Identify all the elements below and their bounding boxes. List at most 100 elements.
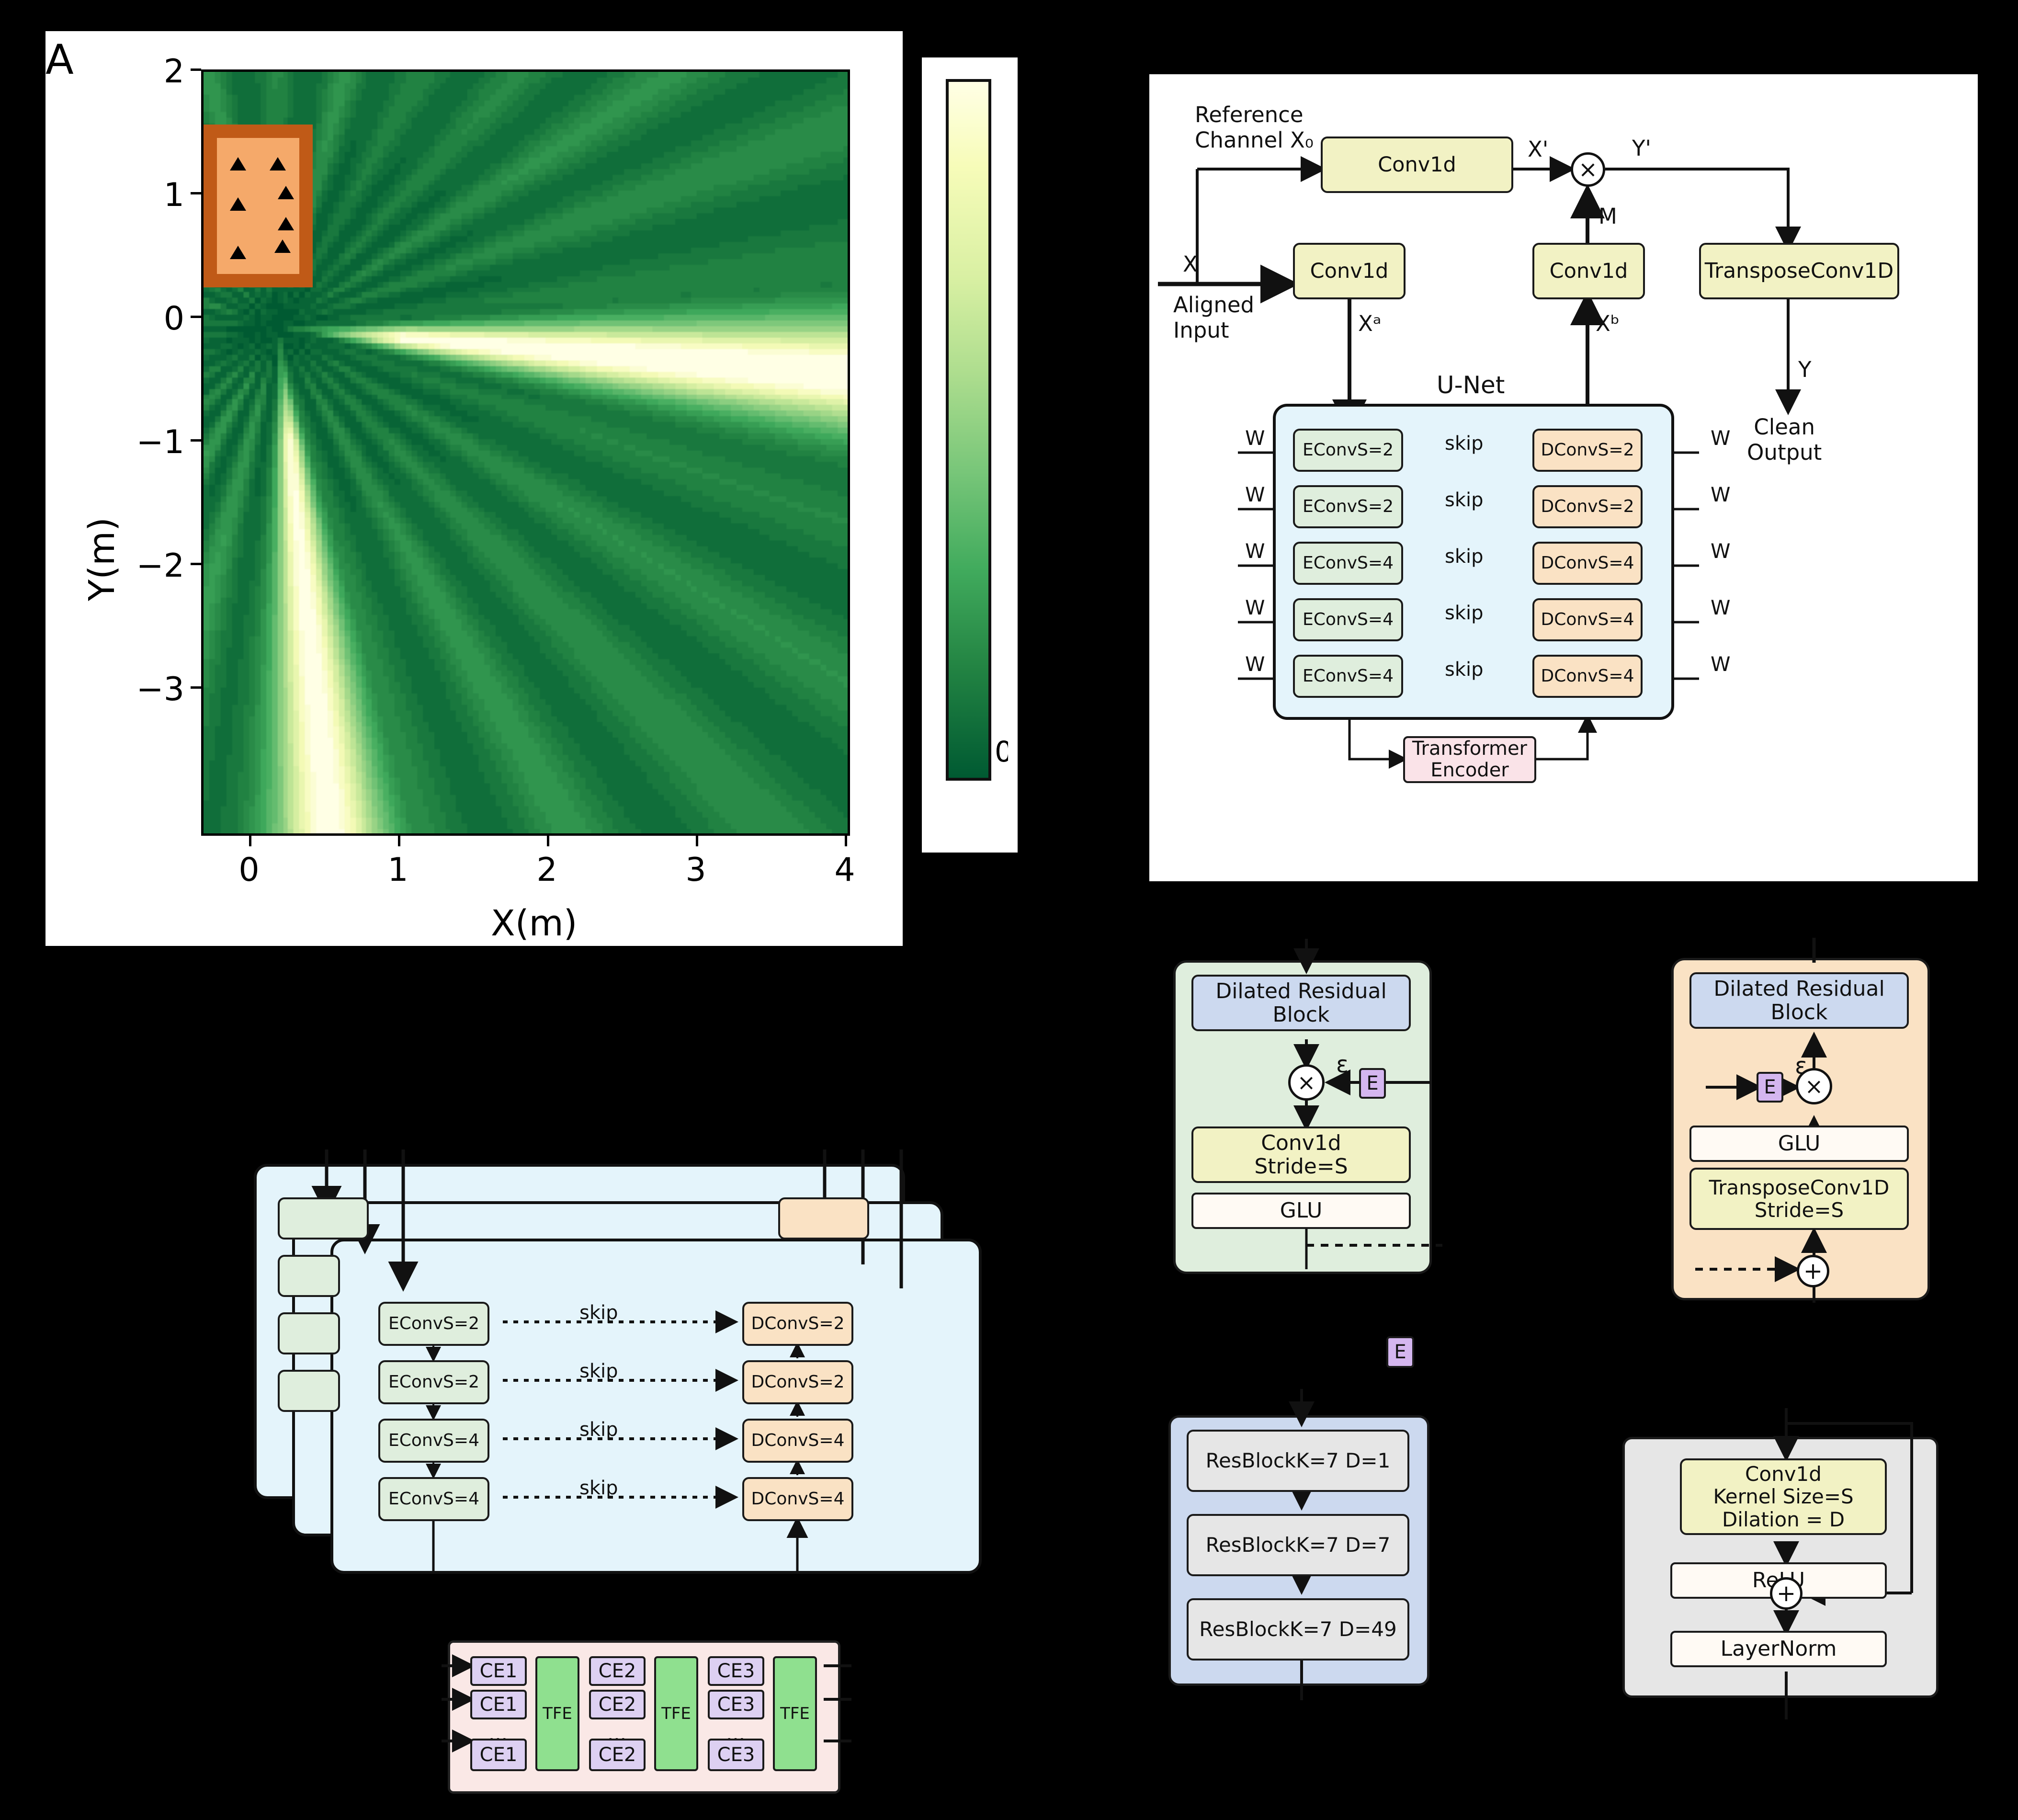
econv-name: EConv [1303,666,1358,686]
xtick-mark [845,836,847,846]
ytick-mark [191,563,201,565]
econv-name: EConv [388,1372,443,1392]
x-axis-label: X(m) [491,903,578,944]
econv-block-3[interactable]: EConv S=4 [1293,542,1403,585]
econv-stride: S=2 [1357,496,1394,516]
ce2-block-2[interactable]: CE2 [589,1690,646,1719]
ce2-block-n[interactable]: CE2 [589,1739,646,1771]
tfe-block-3[interactable]: TFE [773,1656,817,1771]
econv-glu-block[interactable]: GLU [1191,1193,1411,1229]
stacked-econv-block-2[interactable]: EConv S=2 [378,1360,489,1404]
econv-block-1[interactable]: EConv S=2 [1293,429,1403,472]
econv-stride: S=2 [1357,440,1394,460]
econv-multiply-operator-icon: × [1288,1064,1325,1101]
stacked-econv-block-4[interactable]: EConv S=4 [378,1477,489,1521]
xb-label: Xᵇ [1596,311,1620,336]
microphone-array-overlay [204,125,313,287]
dconv-block-4[interactable]: DConv S=4 [1532,598,1643,641]
mic-marker [274,239,291,253]
econv-name: EConv [1303,440,1358,460]
dconv-dilated-residual-block[interactable]: Dilated Residual Block [1689,972,1909,1029]
resblock-params: K=7 D=49 [1289,1617,1397,1641]
ytick-mark [191,68,201,71]
stacked-unet-card-front [330,1239,982,1574]
resblock-name: ResBlock [1205,1533,1296,1557]
dconv-stride: S=4 [1598,609,1634,629]
resblock-stack-item-2[interactable]: ResBlock K=7 D=7 [1187,1514,1409,1576]
resblock-layernorm-block[interactable]: LayerNorm [1670,1631,1887,1667]
dconv-name: DConv [1541,609,1598,629]
ce1-block-1[interactable]: CE1 [470,1656,527,1686]
conv1d-reference-block[interactable]: Conv1d [1321,136,1513,193]
unet-title: U-Net [1437,371,1505,399]
w-label-left: W [1245,426,1265,450]
ce1-block-2[interactable]: CE1 [470,1690,527,1719]
panel-a-heatmap: A 2 1 0 −1 −2 −3 0 1 2 3 4 Y(m) X(m) [45,31,903,946]
x-prime-label: X' [1528,136,1549,162]
mic-marker [230,197,246,211]
tfe-block-1[interactable]: TFE [535,1656,579,1771]
ytick-label: 1 [163,176,184,214]
econv-conv1d-block[interactable]: Conv1d Stride=S [1191,1126,1411,1183]
econv-name: EConv [1303,609,1358,629]
dconv-block-2[interactable]: DConv S=2 [1532,485,1643,528]
ytick-mark [191,439,201,442]
xtick-mark [696,836,698,846]
resblock-stack-item-1[interactable]: ResBlock K=7 D=1 [1187,1430,1409,1492]
input-x-label: X [1183,251,1198,277]
dconv-transposeconv-block[interactable]: TransposeConv1D Stride=S [1689,1168,1909,1230]
e-legend-badge[interactable]: E [1386,1336,1414,1368]
ytick-mark [191,316,201,318]
mic-marker [230,246,246,259]
stacked-econv-block-3[interactable]: EConv S=4 [378,1419,489,1463]
econv-dilated-residual-block[interactable]: Dilated Residual Block [1191,975,1411,1031]
dconv-multiply-operator-icon: × [1796,1068,1832,1104]
econv-ghost-block [278,1312,340,1354]
dconv-block-5[interactable]: DConv S=4 [1532,655,1643,698]
dconv-glu-block[interactable]: GLU [1689,1126,1909,1162]
xtick-mark [398,836,400,846]
skip-label: skip [1445,489,1484,511]
ce3-block-n[interactable]: CE3 [708,1739,764,1771]
ce3-block-1[interactable]: CE3 [708,1656,764,1686]
ce2-block-1[interactable]: CE2 [589,1656,646,1686]
transpose-conv1d-block[interactable]: TransposeConv1D [1699,243,1899,299]
econv-e-badge[interactable]: E [1359,1068,1386,1099]
w-label-right: W [1711,596,1731,619]
skip-label: skip [1445,546,1484,568]
skip-label: skip [1445,432,1484,455]
dconv-block-1[interactable]: DConv S=2 [1532,429,1643,472]
w-label-right: W [1711,483,1731,506]
econv-ghost-block [278,1255,340,1297]
conv1d-input-block[interactable]: Conv1d [1293,243,1406,299]
dconv-stride: S=4 [808,1430,845,1450]
dconv-stride: S=2 [1598,440,1634,460]
w-label-left: W [1245,539,1265,563]
econv-block-4[interactable]: EConv S=4 [1293,598,1403,641]
econv-block-2[interactable]: EConv S=2 [1293,485,1403,528]
resblock-conv1d-block[interactable]: Conv1d Kernel Size=S Dilation = D [1680,1458,1887,1535]
ce1-block-n[interactable]: CE1 [470,1739,527,1771]
dconv-block-3[interactable]: DConv S=4 [1532,542,1643,585]
econv-block-5[interactable]: EConv S=4 [1293,655,1403,698]
stacked-dconv-block-2[interactable]: DConv S=2 [742,1360,853,1404]
stacked-dconv-block-4[interactable]: DConv S=4 [742,1477,853,1521]
stacked-econv-block-1[interactable]: EConv S=2 [378,1302,489,1346]
dconv-e-badge[interactable]: E [1757,1072,1783,1103]
w-label-left: W [1245,652,1265,676]
transformer-encoder-block[interactable]: Transformer Encoder [1403,736,1536,783]
stacked-unet-group: EConv S=2 EConv S=2 EConv S=4 EConv S=4 DCon… [254,1149,1068,1595]
mic-marker [230,157,246,171]
econv-ghost-block [278,1197,369,1240]
tfe-block-2[interactable]: TFE [654,1656,698,1771]
stacked-dconv-block-1[interactable]: DConv S=2 [742,1302,853,1346]
ce3-block-2[interactable]: CE3 [708,1690,764,1719]
y-prime-label: Y' [1632,136,1651,161]
dconv-name: DConv [1541,553,1598,573]
resblock-stack-item-3[interactable]: ResBlock K=7 D=49 [1187,1598,1409,1661]
array-inner-region [217,138,299,274]
conv1d-mask-block[interactable]: Conv1d [1532,243,1645,299]
skip-label: skip [579,1302,618,1324]
stacked-dconv-block-3[interactable]: DConv S=4 [742,1419,853,1463]
y-axis-label: Y(m) [81,517,123,601]
